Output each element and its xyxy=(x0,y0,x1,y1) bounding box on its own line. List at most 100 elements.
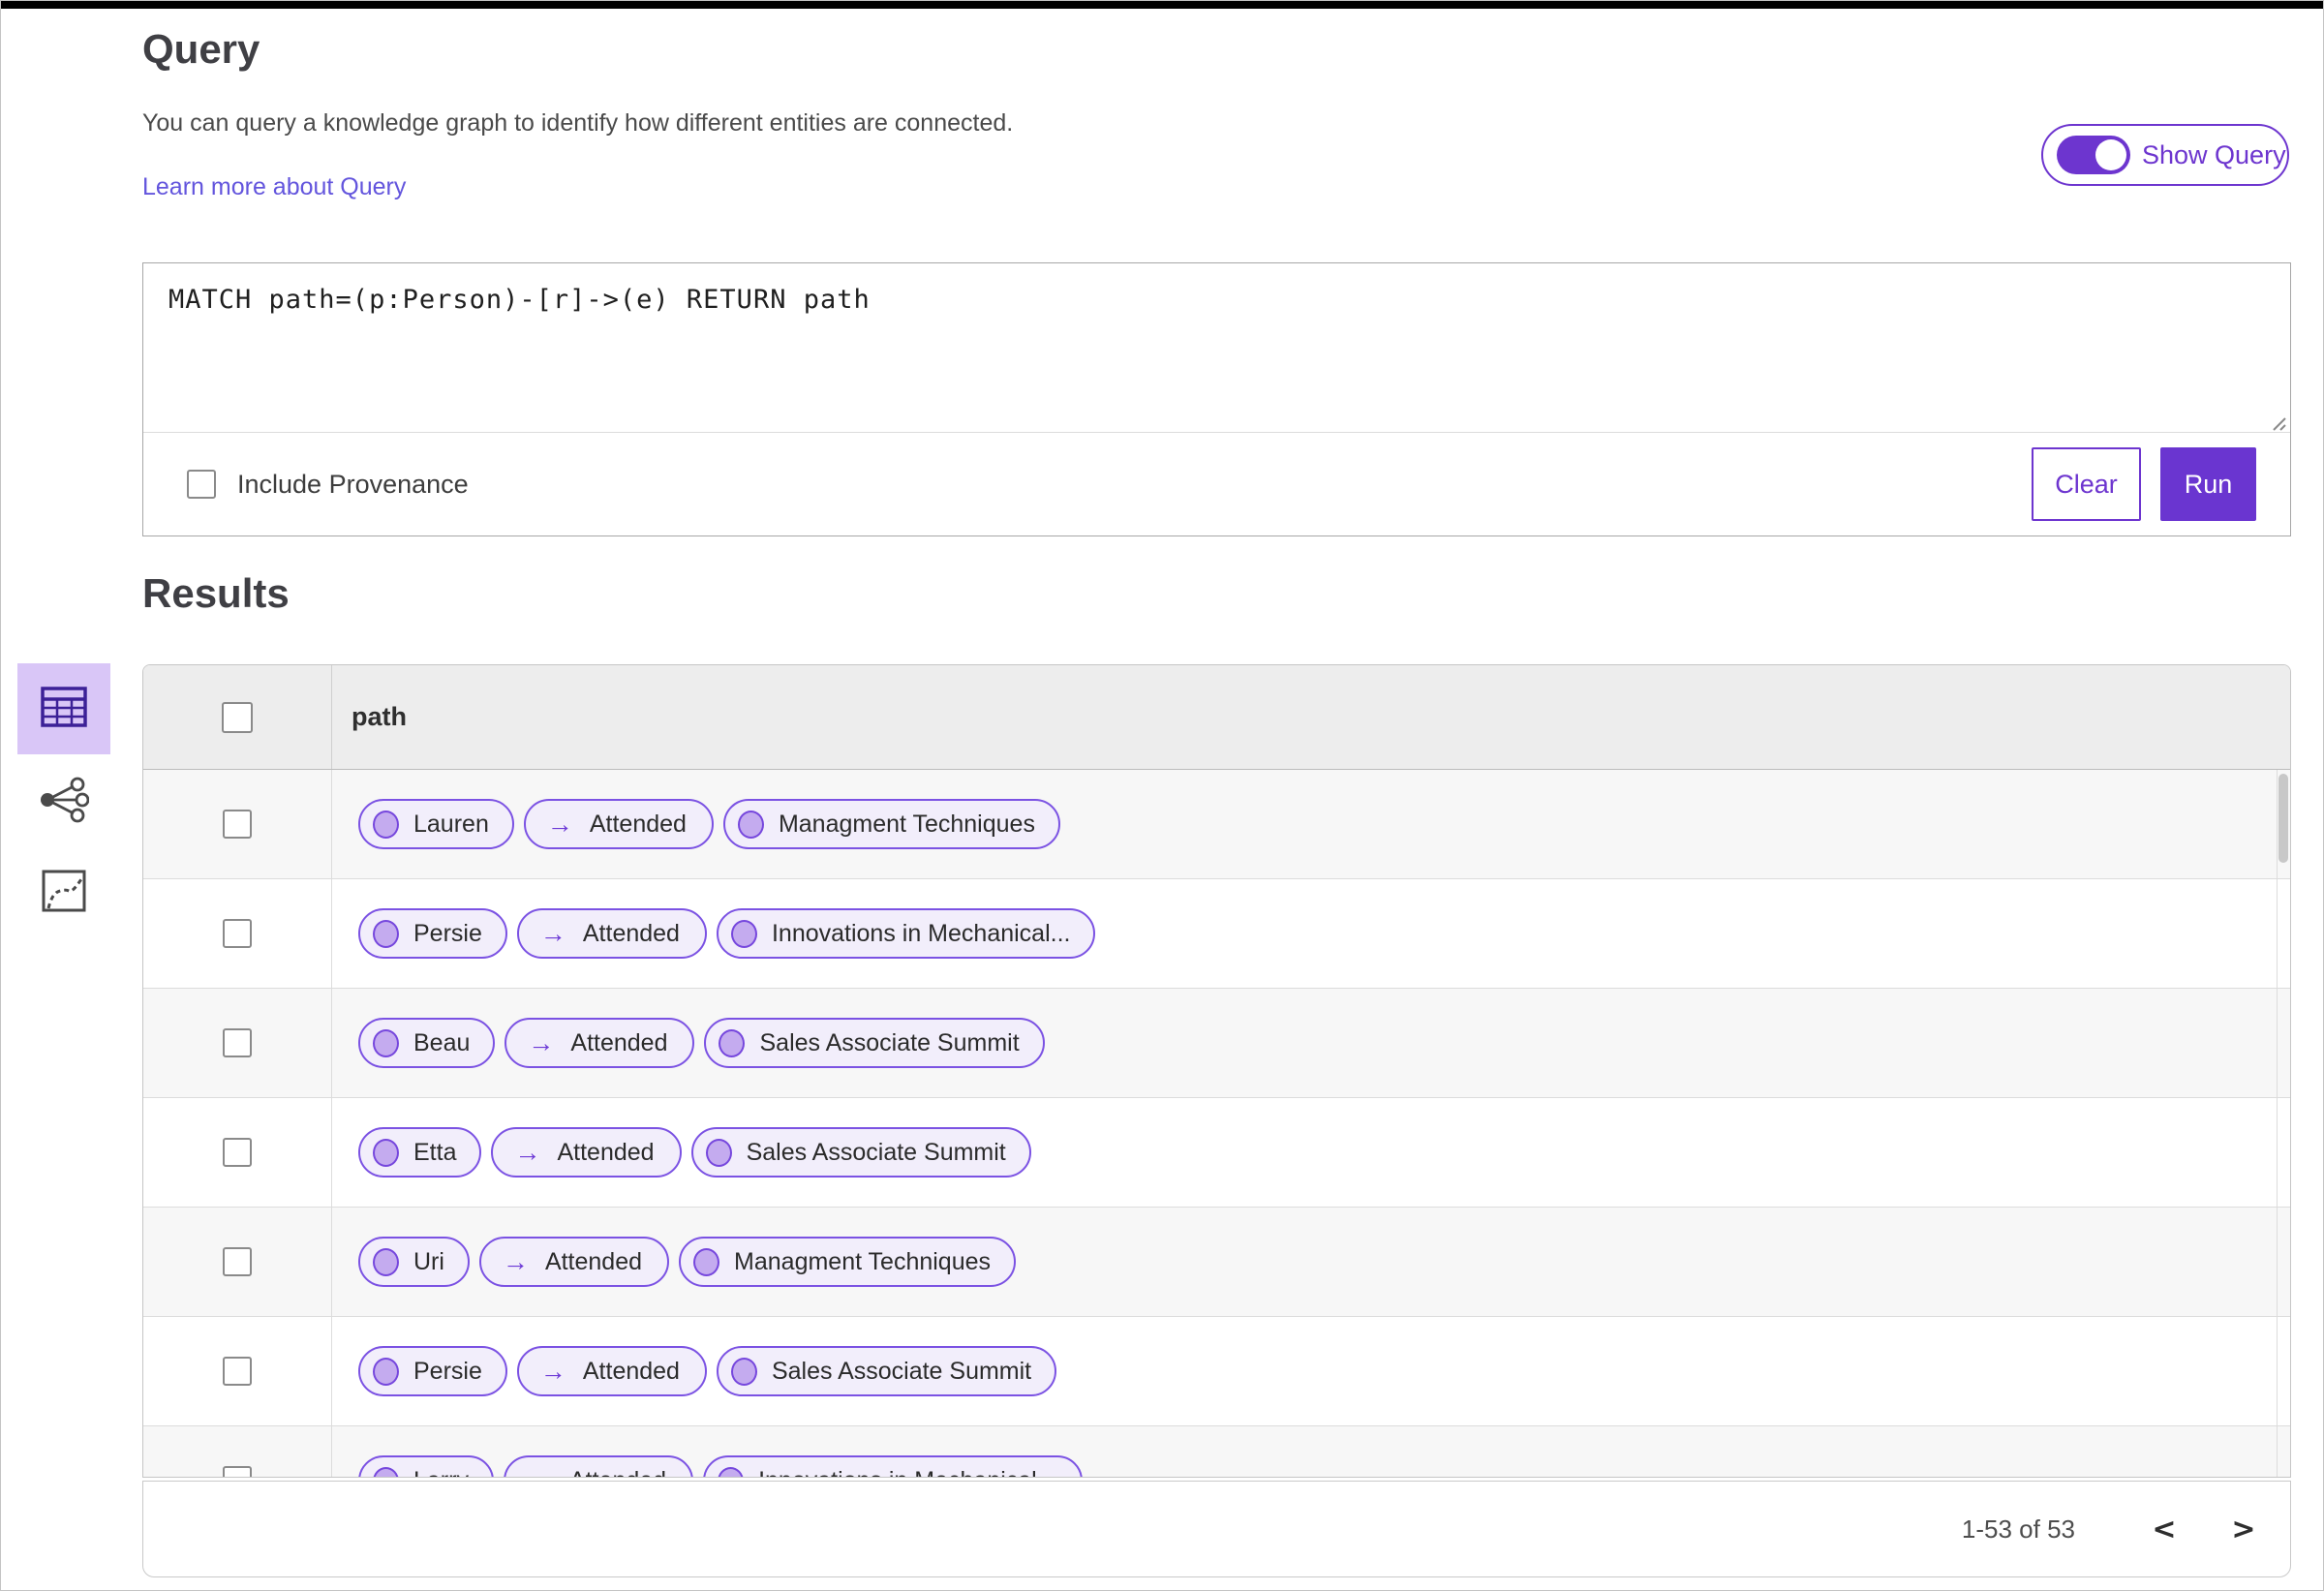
node-circle-icon xyxy=(730,919,757,948)
row-checkbox-cell xyxy=(143,1098,332,1207)
view-switch-graph[interactable] xyxy=(33,776,95,828)
node-pill[interactable]: Sales Associate Summit xyxy=(690,1127,1031,1178)
node-pill[interactable]: Lauren xyxy=(358,799,514,849)
show-query-toggle[interactable]: Show Query xyxy=(2041,124,2289,186)
row-checkbox-cell xyxy=(143,989,332,1097)
pill-label: Sales Associate Summit xyxy=(746,1138,1006,1166)
previous-page-button[interactable]: < xyxy=(2145,1513,2184,1546)
include-provenance-control[interactable]: Include Provenance xyxy=(187,470,469,500)
page-title: Query xyxy=(142,26,260,72)
row-checkbox-cell xyxy=(143,1317,332,1425)
node-circle-icon xyxy=(373,1247,399,1276)
table-body: Lauren → Attended Managment Techniques Persi… xyxy=(143,770,2290,1478)
node-circle-icon xyxy=(373,1028,399,1057)
chart-icon xyxy=(42,870,86,917)
row-checkbox[interactable] xyxy=(223,1357,252,1386)
page-description: You can query a knowledge graph to ident… xyxy=(142,109,1014,137)
node-pill[interactable]: Beau xyxy=(358,1018,496,1068)
node-circle-icon xyxy=(730,1357,757,1386)
view-switch-table[interactable] xyxy=(17,663,110,754)
node-pill[interactable]: Uri xyxy=(358,1237,470,1287)
pill-label: Attended xyxy=(582,919,680,947)
path-cell: Beau → Attended Sales Associate Summit xyxy=(332,989,1045,1097)
edge-pill[interactable]: → Attended xyxy=(503,1455,694,1478)
include-provenance-checkbox[interactable] xyxy=(187,470,216,499)
table-row: Persie → Attended Sales Associate Summit xyxy=(143,1317,2290,1426)
row-checkbox-cell xyxy=(143,879,332,988)
table-row: Beau → Attended Sales Associate Summit xyxy=(143,989,2290,1098)
table-row: Etta → Attended Sales Associate Summit xyxy=(143,1098,2290,1208)
row-checkbox[interactable] xyxy=(223,1466,252,1477)
pill-label: Attended xyxy=(557,1138,655,1166)
edge-pill[interactable]: → Attended xyxy=(491,1127,682,1178)
resize-grip-icon[interactable] xyxy=(2266,411,2287,432)
table-row: Lauren → Attended Managment Techniques xyxy=(143,770,2290,879)
node-circle-icon xyxy=(373,1466,399,1477)
pill-label: Managment Techniques xyxy=(778,810,1035,838)
node-pill[interactable]: Persie xyxy=(358,1346,507,1396)
row-checkbox[interactable] xyxy=(223,919,252,948)
node-pill[interactable]: Managment Techniques xyxy=(679,1237,1017,1287)
edge-pill[interactable]: → Attended xyxy=(478,1237,670,1287)
pill-label: Innovations in Mechanical... xyxy=(758,1467,1057,1478)
node-circle-icon xyxy=(737,810,764,839)
node-circle-icon xyxy=(373,1138,399,1167)
clear-button[interactable]: Clear xyxy=(2032,447,2141,521)
edge-pill[interactable]: → Attended xyxy=(516,1346,707,1396)
edge-arrow-icon: → xyxy=(539,1356,566,1386)
table-header-row: path xyxy=(143,665,2290,770)
node-pill[interactable]: Managment Techniques xyxy=(722,799,1060,849)
pill-label: Attended xyxy=(569,1467,666,1478)
node-pill[interactable]: Innovations in Mechanical... xyxy=(716,908,1096,959)
edge-pill[interactable]: → Attended xyxy=(516,908,707,959)
pill-label: Sales Associate Summit xyxy=(771,1357,1032,1385)
pill-label: Persie xyxy=(413,919,482,947)
query-toolbar: Include Provenance Clear Run xyxy=(143,432,2290,535)
edge-arrow-icon: → xyxy=(514,1137,541,1167)
window-top-edge xyxy=(1,1,2323,9)
node-circle-icon xyxy=(693,1247,720,1276)
pill-label: Lauren xyxy=(413,810,489,838)
edge-arrow-icon: → xyxy=(539,918,566,948)
results-pagination: 1-53 of 53 < > xyxy=(142,1481,2291,1577)
row-checkbox-cell xyxy=(143,1208,332,1316)
include-provenance-label: Include Provenance xyxy=(237,469,469,499)
query-textarea[interactable]: MATCH path=(p:Person)-[r]->(e) RETURN pa… xyxy=(143,263,2290,434)
node-pill[interactable]: Sales Associate Summit xyxy=(716,1346,1057,1396)
row-checkbox-cell xyxy=(143,1426,332,1477)
node-pill[interactable]: Larry xyxy=(358,1455,494,1477)
node-circle-icon xyxy=(705,1138,732,1167)
select-all-checkbox[interactable] xyxy=(222,701,253,733)
row-checkbox-cell xyxy=(143,770,332,878)
show-query-label: Show Query xyxy=(2142,139,2286,169)
pill-label: Uri xyxy=(413,1247,444,1275)
node-pill[interactable]: Sales Associate Summit xyxy=(704,1018,1045,1068)
pill-label: Etta xyxy=(413,1138,457,1166)
column-header-path: path xyxy=(352,702,407,731)
node-pill[interactable]: Etta xyxy=(358,1127,482,1178)
pill-label: Attended xyxy=(570,1028,668,1056)
run-button[interactable]: Run xyxy=(2160,447,2256,521)
view-switch-chart[interactable] xyxy=(37,869,91,917)
pill-label: Persie xyxy=(413,1357,482,1385)
edge-arrow-icon: → xyxy=(546,809,573,839)
node-circle-icon xyxy=(719,1028,746,1057)
next-page-button[interactable]: > xyxy=(2224,1513,2263,1546)
toggle-on-icon[interactable] xyxy=(2057,136,2130,174)
scrollbar-thumb[interactable] xyxy=(2278,774,2288,863)
row-checkbox[interactable] xyxy=(223,1028,252,1057)
path-cell: Persie → Attended Sales Associate Summit xyxy=(332,1317,1057,1425)
node-pill[interactable]: Innovations in Mechanical... xyxy=(703,1455,1083,1478)
row-checkbox[interactable] xyxy=(223,810,252,839)
query-page: Query You can query a knowledge graph to… xyxy=(0,0,2324,1591)
row-checkbox[interactable] xyxy=(223,1138,252,1167)
node-pill[interactable]: Persie xyxy=(358,908,507,959)
row-checkbox[interactable] xyxy=(223,1247,252,1276)
edge-pill[interactable]: → Attended xyxy=(523,799,714,849)
pill-label: Managment Techniques xyxy=(734,1247,992,1275)
vertical-scrollbar[interactable] xyxy=(2277,770,2290,1477)
node-circle-icon xyxy=(373,1357,399,1386)
learn-more-link[interactable]: Learn more about Query xyxy=(142,173,406,201)
pill-label: Beau xyxy=(413,1028,471,1056)
edge-pill[interactable]: → Attended xyxy=(505,1018,695,1068)
